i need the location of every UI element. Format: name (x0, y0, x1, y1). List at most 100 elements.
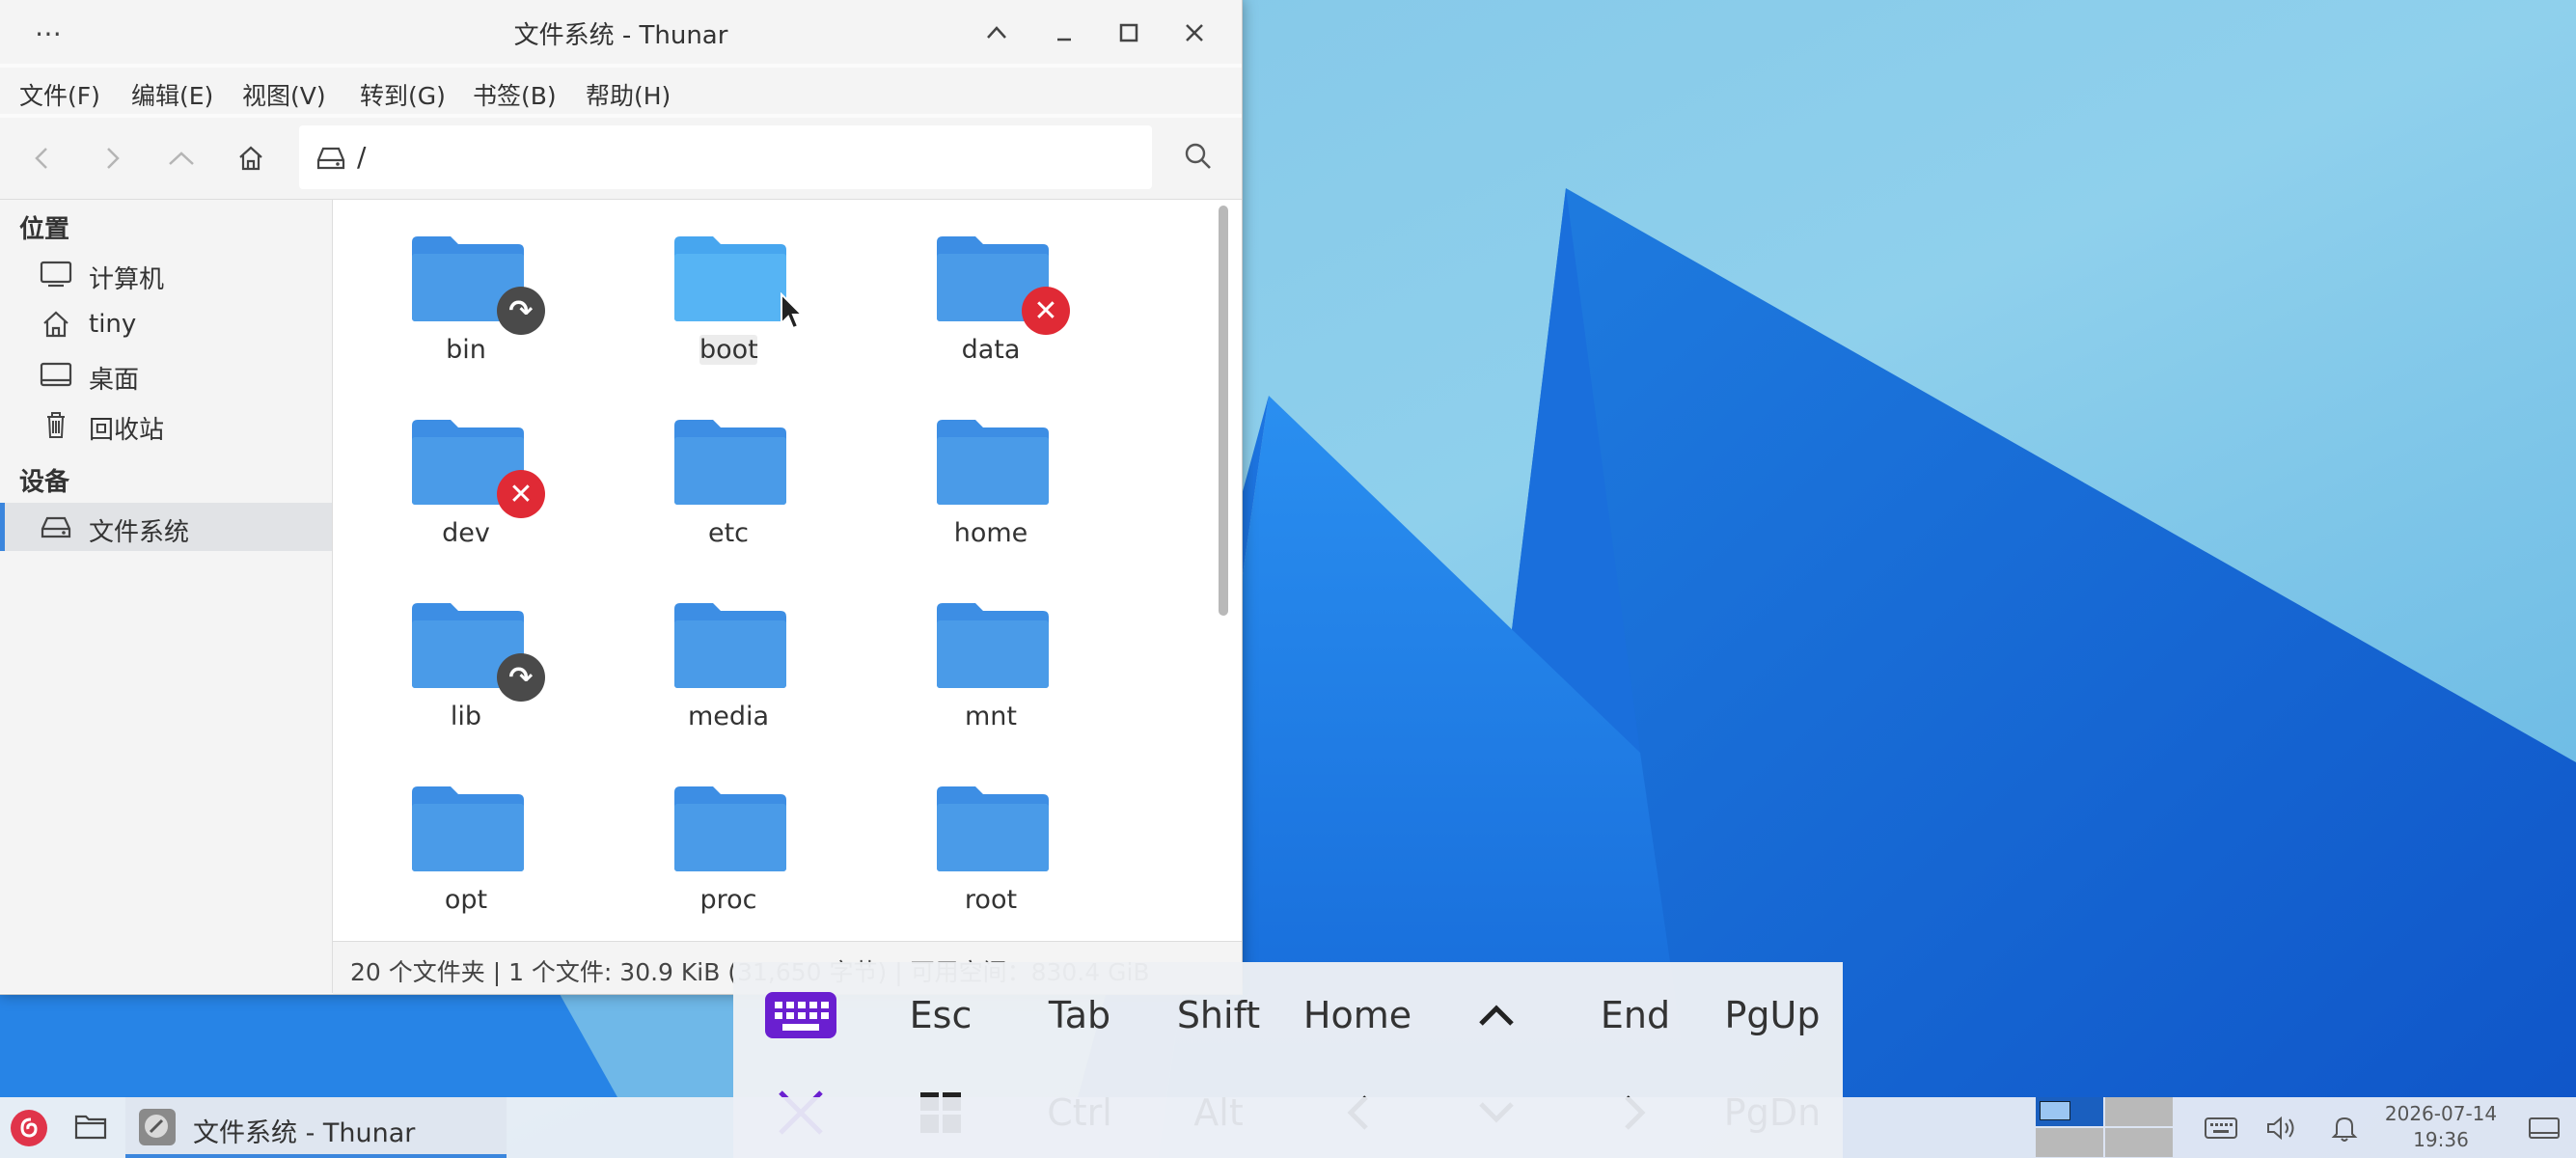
sidebar-item-filesystem[interactable]: 文件系统 (0, 503, 332, 551)
thunar-window: ⋯ 文件系统 - Thunar 文件(F) 编辑(E) 视图(V) 转到(G) … (0, 0, 1243, 995)
app-menu-button[interactable] (10, 1109, 48, 1147)
folder-item[interactable]: ✕ dev (370, 393, 562, 566)
folder-item[interactable]: etc (632, 393, 825, 566)
drive-icon (315, 143, 347, 176)
folder-item[interactable]: proc (632, 759, 825, 933)
home-icon (39, 310, 73, 339)
file-name: boot (699, 335, 758, 365)
clock-date: 2026-07-14 (2384, 1102, 2498, 1125)
menu-file[interactable]: 文件(F) (19, 77, 100, 112)
file-name: dev (442, 518, 490, 548)
location-path: / (357, 141, 367, 173)
symlink-badge-icon: ↷ (497, 653, 545, 702)
sidebar-item-label: 桌面 (89, 366, 140, 395)
sidebar-item-home[interactable]: tiny (0, 300, 332, 348)
arrow-up-icon (1479, 1005, 1514, 1026)
minimize-button[interactable] (1045, 14, 1083, 52)
folder-icon (937, 786, 1049, 871)
trash-icon (39, 410, 73, 439)
key-up[interactable] (1429, 972, 1564, 1059)
notification-bell-icon[interactable] (2325, 1111, 2364, 1145)
sidebar-item-trash[interactable]: 回收站 (0, 400, 332, 449)
volume-icon[interactable] (2262, 1111, 2301, 1145)
menu-help[interactable]: 帮助(H) (586, 77, 671, 112)
taskbar-window-button[interactable]: 文件系统 - Thunar (125, 1097, 507, 1158)
computer-icon (39, 260, 73, 289)
shade-button[interactable] (977, 14, 1016, 52)
folder-item[interactable]: ✕ data (894, 209, 1087, 383)
sidebar-item-desktop[interactable]: 桌面 (0, 350, 332, 399)
folder-item[interactable]: mnt (894, 576, 1087, 750)
workspace-switcher[interactable] (2036, 1097, 2175, 1158)
thunar-app-icon (137, 1107, 178, 1151)
folder-item[interactable]: media (632, 576, 825, 750)
file-name: home (953, 518, 1028, 548)
folder-icon (412, 786, 524, 871)
sidebar: 位置 计算机 tiny 桌面 回收站 设备 文件系统 (0, 200, 333, 993)
menu-bookmarks[interactable]: 书签(B) (473, 77, 557, 112)
error-badge-icon: ✕ (497, 470, 545, 518)
key-esc[interactable]: Esc (873, 972, 1008, 1059)
desktop-icon (39, 360, 73, 389)
sidebar-item-label: 文件系统 (89, 518, 190, 547)
folder-item[interactable]: ↷ bin (370, 209, 562, 383)
folder-icon (937, 603, 1049, 688)
taskbar: 文件系统 - Thunar 2026-07-14 19:36 (0, 1097, 2576, 1158)
mouse-cursor-icon (781, 292, 805, 330)
location-bar[interactable]: / (299, 125, 1152, 189)
folder-item[interactable]: opt (370, 759, 562, 933)
menu-go[interactable]: 转到(G) (360, 77, 446, 112)
search-button[interactable] (1177, 137, 1219, 179)
scrollbar[interactable] (1219, 206, 1228, 616)
symlink-badge-icon: ↷ (497, 287, 545, 335)
folder-icon (674, 786, 786, 871)
key-home[interactable]: Home (1290, 972, 1425, 1059)
folder-item[interactable]: ↷ lib (370, 576, 562, 750)
home-button[interactable] (230, 137, 272, 179)
show-desktop-icon[interactable] (2525, 1111, 2563, 1145)
file-manager-launcher[interactable] (73, 1111, 112, 1145)
key-shift[interactable]: Shift (1151, 972, 1286, 1059)
sidebar-item-label: 计算机 (89, 265, 165, 294)
places-header: 位置 (19, 215, 70, 244)
sidebar-item-label: tiny (89, 310, 137, 339)
file-name: proc (699, 885, 757, 915)
file-name: media (687, 702, 770, 731)
folder-icon (674, 603, 786, 688)
folder-icon (674, 236, 786, 321)
menu-view[interactable]: 视图(V) (242, 77, 326, 112)
keyboard-toggle-key[interactable] (733, 972, 868, 1059)
sidebar-item-computer[interactable]: 计算机 (0, 250, 332, 298)
menu-edit[interactable]: 编辑(E) (131, 77, 213, 112)
maximize-button[interactable] (1110, 14, 1148, 52)
close-button[interactable] (1175, 14, 1214, 52)
taskbar-window-label: 文件系统 - Thunar (193, 1118, 416, 1148)
folder-icon (74, 1115, 107, 1140)
key-end[interactable]: End (1568, 972, 1703, 1059)
forward-button[interactable] (91, 137, 133, 179)
key-tab[interactable]: Tab (1012, 972, 1147, 1059)
folder-item[interactable]: home (894, 393, 1087, 566)
file-view: ↷ bin boot ✕ data ✕ dev etc home ↷ lib m… (333, 200, 1242, 941)
parent-folder-button[interactable] (160, 137, 203, 179)
file-name: opt (444, 885, 488, 915)
file-name: bin (446, 335, 486, 365)
toolbar: / (0, 118, 1242, 200)
workspace-2[interactable] (2105, 1097, 2173, 1126)
workspace-4[interactable] (2105, 1128, 2173, 1157)
back-button[interactable] (21, 137, 64, 179)
workspace-1[interactable] (2036, 1097, 2103, 1126)
folder-icon (674, 420, 786, 505)
workspace-3[interactable] (2036, 1128, 2103, 1157)
folder-item[interactable]: root (894, 759, 1087, 933)
clock[interactable]: 2026-07-14 19:36 (2373, 1101, 2508, 1153)
keyboard-tray-icon[interactable] (2202, 1111, 2240, 1145)
file-name: data (961, 335, 1021, 365)
file-name: root (964, 885, 1018, 915)
file-name: mnt (965, 702, 1017, 731)
sidebar-item-label: 回收站 (89, 416, 165, 445)
drive-icon (39, 512, 73, 541)
key-pgup[interactable]: PgUp (1705, 972, 1840, 1059)
search-icon (1183, 141, 1214, 176)
menu-bar: 文件(F) 编辑(E) 视图(V) 转到(G) 书签(B) 帮助(H) (0, 68, 1242, 114)
